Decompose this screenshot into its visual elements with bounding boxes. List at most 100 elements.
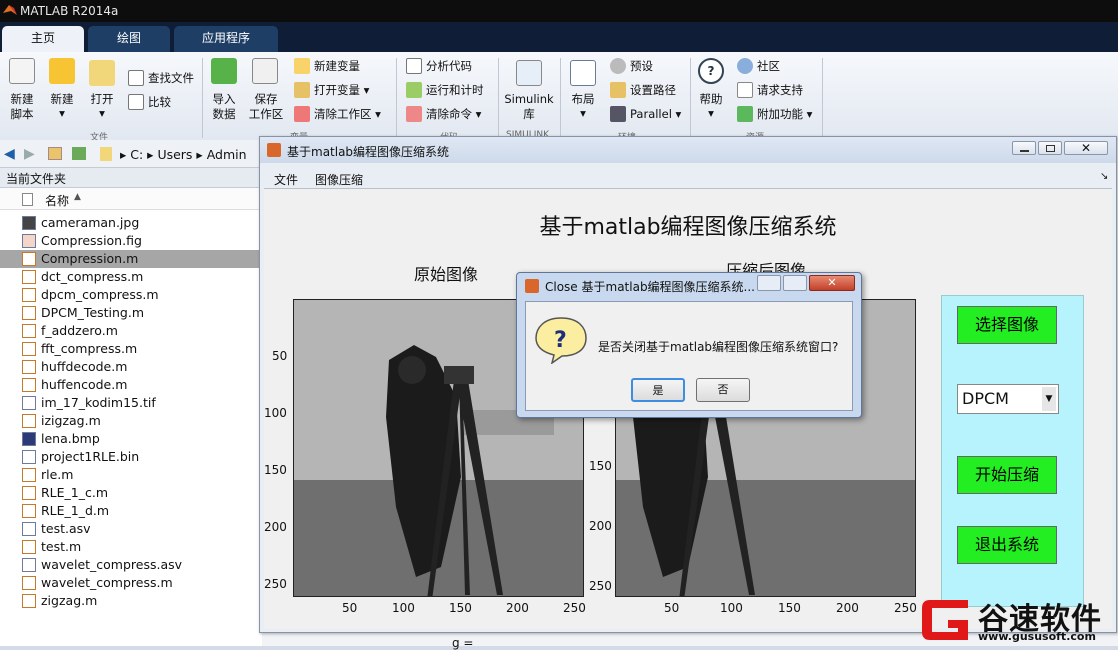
- file-item[interactable]: cameraman.jpg: [0, 214, 262, 232]
- file-icon: [22, 504, 36, 518]
- clear-commands-button[interactable]: 清除命令 ▾: [406, 106, 481, 122]
- file-name: Compression.m: [41, 251, 139, 266]
- simulink-library-button[interactable]: Simulink 库: [504, 92, 554, 122]
- divider: [822, 58, 823, 138]
- file-item[interactable]: zigzag.m: [0, 592, 262, 610]
- figure-titlebar[interactable]: 基于matlab编程图像压缩系统 ✕: [260, 137, 1116, 163]
- open-folder-icon: [89, 60, 115, 86]
- file-item[interactable]: project1RLE.bin: [0, 448, 262, 466]
- analyze-code-button[interactable]: 分析代码: [406, 58, 472, 74]
- find-files-button[interactable]: 查找文件: [128, 70, 194, 86]
- divider: [396, 58, 397, 138]
- open-variable-button[interactable]: 打开变量 ▾: [294, 82, 369, 98]
- select-image-button[interactable]: 选择图像: [957, 306, 1057, 344]
- file-type-icon: [22, 193, 33, 206]
- no-button[interactable]: 否: [696, 378, 750, 402]
- file-item[interactable]: RLE_1_d.m: [0, 502, 262, 520]
- file-item[interactable]: Compression.m: [0, 250, 262, 268]
- run-and-time-button[interactable]: 运行和计时: [406, 82, 484, 98]
- dialog-message: 是否关闭基于matlab编程图像压缩系统窗口?: [598, 340, 839, 354]
- tab-apps[interactable]: 应用程序: [174, 26, 278, 52]
- new-variable-icon: [294, 58, 310, 74]
- file-name: test.asv: [41, 521, 91, 536]
- request-support-button[interactable]: 请求支持: [737, 82, 803, 98]
- file-item[interactable]: dct_compress.m: [0, 268, 262, 286]
- maximize-icon: [1046, 145, 1055, 152]
- yes-button[interactable]: 是: [631, 378, 685, 402]
- breadcrumb[interactable]: ▸ C: ▸ Users ▸ Admin: [120, 147, 247, 162]
- back-arrow-icon[interactable]: ◀: [4, 146, 15, 162]
- forward-arrow-icon[interactable]: ▶: [24, 146, 35, 162]
- file-name: fft_compress.m: [41, 341, 138, 356]
- import-data-button[interactable]: 导入 数据: [206, 92, 242, 122]
- file-icon: [22, 324, 36, 338]
- file-item[interactable]: RLE_1_c.m: [0, 484, 262, 502]
- file-item[interactable]: im_17_kodim15.tif: [0, 394, 262, 412]
- maximize-button[interactable]: [783, 275, 807, 291]
- file-item[interactable]: wavelet_compress.asv: [0, 556, 262, 574]
- file-item[interactable]: izigzag.m: [0, 412, 262, 430]
- file-item[interactable]: Compression.fig: [0, 232, 262, 250]
- browse-folder-icon[interactable]: [72, 147, 86, 160]
- menu-file[interactable]: 文件: [274, 171, 298, 188]
- community-button[interactable]: 社区: [737, 58, 780, 74]
- clear-workspace-button[interactable]: 清除工作区 ▾: [294, 106, 381, 122]
- divider: [498, 58, 499, 138]
- dock-arrow-icon[interactable]: ↘: [1100, 171, 1108, 182]
- x-tick-label: 250: [894, 601, 917, 615]
- start-compression-button[interactable]: 开始压缩: [957, 456, 1057, 494]
- file-item[interactable]: DPCM_Testing.m: [0, 304, 262, 322]
- new-script-button[interactable]: 新建 脚本: [4, 92, 40, 122]
- help-icon: ?: [698, 58, 724, 84]
- file-item[interactable]: wavelet_compress.m: [0, 574, 262, 592]
- new-variable-button[interactable]: 新建变量: [294, 58, 360, 74]
- save-workspace-button[interactable]: 保存 工作区: [246, 92, 286, 122]
- layout-icon: [570, 60, 596, 86]
- x-tick-label: 50: [342, 601, 358, 615]
- minimize-button[interactable]: [757, 275, 781, 291]
- clear-commands-icon: [406, 106, 422, 122]
- figure-title: 基于matlab编程图像压缩系统: [287, 145, 450, 159]
- close-button[interactable]: ✕: [1064, 141, 1108, 155]
- maximize-button[interactable]: [1038, 141, 1062, 155]
- tab-home[interactable]: 主页: [2, 26, 84, 52]
- compare-button[interactable]: 比较: [128, 94, 171, 110]
- file-item[interactable]: test.asv: [0, 520, 262, 538]
- open-button[interactable]: 打开: [86, 92, 118, 107]
- close-dialog: Close 基于matlab编程图像压缩系统... ✕ ? 是否关闭基于matl…: [516, 272, 862, 418]
- menu-image-compression[interactable]: 图像压缩: [315, 171, 363, 188]
- file-item[interactable]: lena.bmp: [0, 430, 262, 448]
- x-tick-label: 200: [506, 601, 529, 615]
- layout-button[interactable]: 布局: [566, 92, 600, 107]
- column-header[interactable]: 名称 ▲: [0, 188, 262, 210]
- new-icon: [49, 58, 75, 84]
- file-icon: [22, 450, 36, 464]
- file-icon: [22, 432, 36, 446]
- file-item[interactable]: fft_compress.m: [0, 340, 262, 358]
- chevron-down-icon: ▾: [580, 106, 586, 120]
- new-button[interactable]: 新建: [46, 92, 78, 107]
- preferences-button[interactable]: 预设: [610, 58, 653, 74]
- set-path-button[interactable]: 设置路径: [610, 82, 676, 98]
- file-item[interactable]: dpcm_compress.m: [0, 286, 262, 304]
- find-files-icon: [128, 70, 144, 86]
- tab-plots[interactable]: 绘图: [88, 26, 170, 52]
- method-select[interactable]: DPCM ▼: [957, 384, 1059, 414]
- help-button[interactable]: 帮助: [694, 92, 728, 107]
- control-panel: 选择图像 DPCM ▼ 开始压缩 退出系统: [941, 295, 1084, 607]
- exit-system-button[interactable]: 退出系统: [957, 526, 1057, 564]
- file-item[interactable]: test.m: [0, 538, 262, 556]
- file-item[interactable]: rle.m: [0, 466, 262, 484]
- close-button[interactable]: ✕: [809, 275, 855, 291]
- addons-button[interactable]: 附加功能 ▾: [737, 106, 812, 122]
- file-name: Compression.fig: [41, 233, 142, 248]
- file-name: huffencode.m: [41, 377, 128, 392]
- minimize-button[interactable]: [1012, 141, 1036, 155]
- file-item[interactable]: huffencode.m: [0, 376, 262, 394]
- file-item[interactable]: huffdecode.m: [0, 358, 262, 376]
- file-item[interactable]: f_addzero.m: [0, 322, 262, 340]
- up-folder-icon[interactable]: [48, 147, 62, 160]
- toolstrip-tabs: 主页 绘图 应用程序: [0, 22, 1118, 52]
- y-tick-label: 150: [589, 459, 612, 473]
- parallel-button[interactable]: Parallel ▾: [610, 106, 681, 122]
